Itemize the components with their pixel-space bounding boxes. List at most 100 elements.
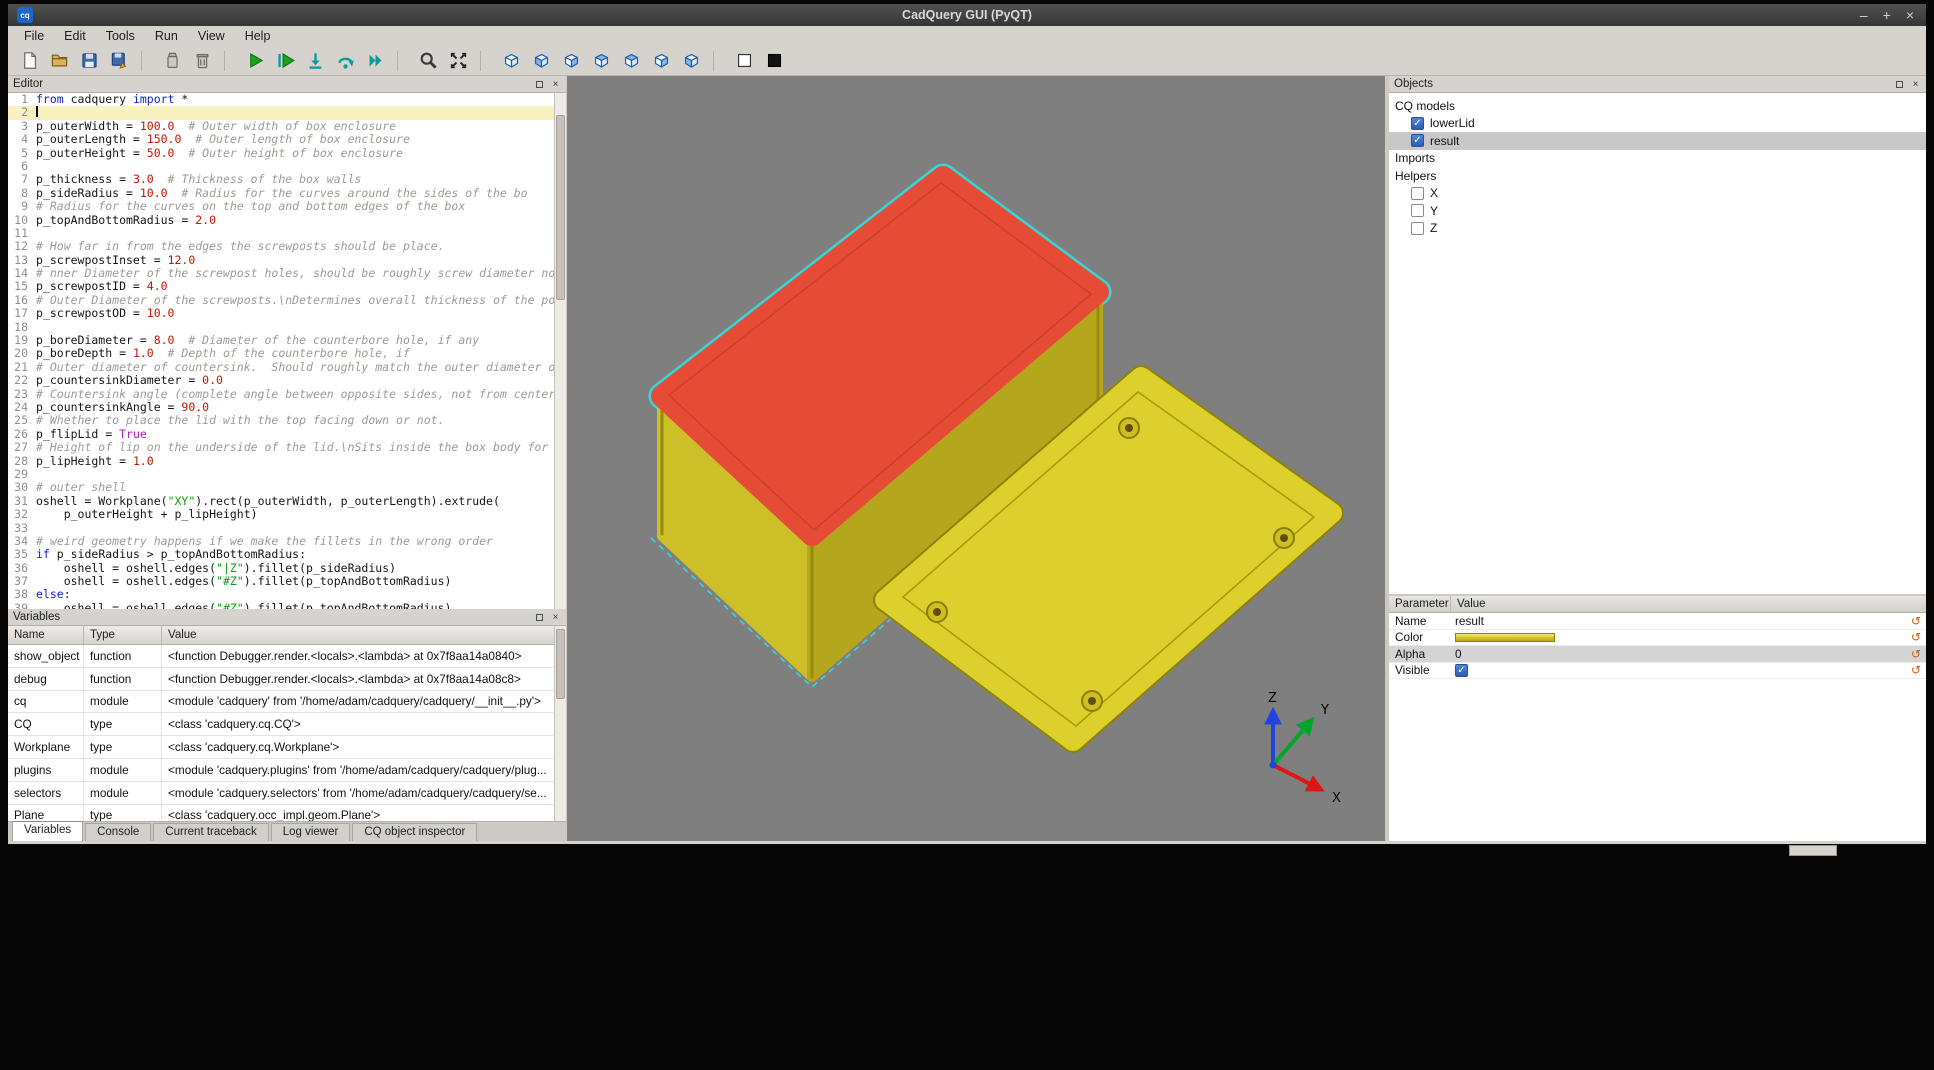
- tree-item-y[interactable]: Y: [1389, 202, 1926, 220]
- reset-visible-icon[interactable]: ↺: [1907, 663, 1925, 677]
- view-bottom-button[interactable]: [648, 48, 675, 74]
- checkbox-result[interactable]: ✓: [1411, 134, 1424, 147]
- step-continue-button[interactable]: [362, 48, 389, 74]
- objects-tree[interactable]: CQ models✓lowerLid✓resultImportsHelpersX…: [1389, 93, 1926, 594]
- code-line-28[interactable]: 28p_lipHeight = 1.0: [8, 455, 554, 468]
- table-row-Plane[interactable]: Planetype<class 'cadquery.occ_impl.geom.…: [8, 805, 554, 821]
- column-header-name[interactable]: Name: [8, 626, 84, 644]
- objects-float-button[interactable]: [1894, 79, 1905, 90]
- variables-scrollbar-thumb[interactable]: [556, 629, 565, 699]
- code-line-34[interactable]: 34# weird geometry happens if we make th…: [8, 535, 554, 548]
- save-as-button[interactable]: [106, 48, 133, 74]
- reset-name-icon[interactable]: ↺: [1907, 614, 1925, 628]
- tree-item-helpers[interactable]: Helpers: [1389, 167, 1926, 185]
- checkbox-lowerlid[interactable]: ✓: [1411, 117, 1424, 130]
- code-line-11[interactable]: 11: [8, 227, 554, 240]
- checkbox-y[interactable]: [1411, 204, 1424, 217]
- debug-button[interactable]: [272, 48, 299, 74]
- close-button[interactable]: ×: [1906, 4, 1914, 26]
- visible-checkbox[interactable]: ✓: [1455, 664, 1468, 677]
- column-header-value[interactable]: Value: [162, 626, 554, 644]
- viewport-canvas[interactable]: Z Y X: [567, 76, 1385, 841]
- zoom-button[interactable]: [415, 48, 442, 74]
- code-line-30[interactable]: 30# outer shell: [8, 481, 554, 494]
- maximize-button[interactable]: +: [1883, 4, 1891, 26]
- editor-scrollbar-thumb[interactable]: [556, 115, 565, 300]
- code-line-26[interactable]: 26p_flipLid = True: [8, 428, 554, 441]
- viewport-3d[interactable]: Z Y X: [567, 76, 1385, 841]
- code-line-24[interactable]: 24p_countersinkAngle = 90.0: [8, 401, 554, 414]
- tree-item-cq-models[interactable]: CQ models: [1389, 97, 1926, 115]
- code-line-3[interactable]: 3p_outerWidth = 100.0 # Outer width of b…: [8, 120, 554, 133]
- variables-table-body[interactable]: show_objectfunction<function Debugger.re…: [8, 645, 554, 821]
- table-row-Workplane[interactable]: Workplanetype<class 'cadquery.cq.Workpla…: [8, 736, 554, 759]
- tree-item-result[interactable]: ✓result: [1389, 132, 1926, 150]
- tab-console[interactable]: Console: [85, 823, 151, 841]
- save-button[interactable]: [76, 48, 103, 74]
- code-line-20[interactable]: 20p_boreDepth = 1.0 # Depth of the count…: [8, 347, 554, 360]
- code-line-32[interactable]: 32 p_outerHeight + p_lipHeight): [8, 508, 554, 521]
- view-front-button[interactable]: [528, 48, 555, 74]
- menu-item-tools[interactable]: Tools: [96, 29, 145, 43]
- tree-item-lowerlid[interactable]: ✓lowerLid: [1389, 115, 1926, 133]
- editor-code[interactable]: 1from cadquery import *23p_outerWidth = …: [8, 93, 554, 609]
- code-line-13[interactable]: 13p_screwpostInset = 12.0: [8, 254, 554, 267]
- checkbox-x[interactable]: [1411, 187, 1424, 200]
- color-swatch[interactable]: [1455, 633, 1555, 642]
- param-row-visible[interactable]: Visible✓↺: [1389, 663, 1926, 680]
- variables-float-button[interactable]: [534, 612, 545, 623]
- code-line-37[interactable]: 37 oshell = oshell.edges("#Z").fillet(p_…: [8, 575, 554, 588]
- code-line-8[interactable]: 8p_sideRadius = 10.0 # Radius for the cu…: [8, 187, 554, 200]
- param-row-color[interactable]: Color↺: [1389, 630, 1926, 647]
- code-line-2[interactable]: 2: [8, 106, 554, 119]
- menu-item-edit[interactable]: Edit: [54, 29, 96, 43]
- view-top-button[interactable]: [618, 48, 645, 74]
- code-line-31[interactable]: 31oshell = Workplane("XY").rect(p_outerW…: [8, 495, 554, 508]
- param-row-alpha[interactable]: Alpha0↺: [1389, 646, 1926, 663]
- code-line-6[interactable]: 6: [8, 160, 554, 173]
- step-over-button[interactable]: [332, 48, 359, 74]
- view-black-button[interactable]: [761, 48, 788, 74]
- reset-alpha-icon[interactable]: ↺: [1907, 647, 1925, 661]
- code-line-7[interactable]: 7p_thickness = 3.0 # Thickness of the bo…: [8, 173, 554, 186]
- step-into-button[interactable]: [302, 48, 329, 74]
- code-line-5[interactable]: 5p_outerHeight = 50.0 # Outer height of …: [8, 147, 554, 160]
- new-file-button[interactable]: [16, 48, 43, 74]
- code-line-9[interactable]: 9# Radius for the curves on the top and …: [8, 200, 554, 213]
- code-line-29[interactable]: 29: [8, 468, 554, 481]
- run-button[interactable]: [242, 48, 269, 74]
- code-line-16[interactable]: 16# Outer Diameter of the screwposts.\nD…: [8, 294, 554, 307]
- code-line-27[interactable]: 27# Height of lip on the underside of th…: [8, 441, 554, 454]
- code-line-22[interactable]: 22p_countersinkDiameter = 0.0: [8, 374, 554, 387]
- code-line-25[interactable]: 25# Whether to place the lid with the to…: [8, 414, 554, 427]
- view-white-button[interactable]: [731, 48, 758, 74]
- open-folder-button[interactable]: [46, 48, 73, 74]
- editor-scrollbar[interactable]: [554, 93, 566, 609]
- menu-item-help[interactable]: Help: [235, 29, 281, 43]
- bottom-scroll-fragment[interactable]: [1789, 845, 1837, 856]
- code-line-4[interactable]: 4p_outerLength = 150.0 # Outer length of…: [8, 133, 554, 146]
- table-row-debug[interactable]: debugfunction<function Debugger.render.<…: [8, 668, 554, 691]
- variables-scrollbar[interactable]: [554, 626, 566, 821]
- code-line-17[interactable]: 17p_screwpostOD = 10.0: [8, 307, 554, 320]
- menu-item-view[interactable]: View: [188, 29, 235, 43]
- code-line-14[interactable]: 14# nner Diameter of the screwpost holes…: [8, 267, 554, 280]
- code-line-18[interactable]: 18: [8, 321, 554, 334]
- tree-item-imports[interactable]: Imports: [1389, 150, 1926, 168]
- view-iso-button[interactable]: [498, 48, 525, 74]
- tree-item-x[interactable]: X: [1389, 185, 1926, 203]
- code-line-21[interactable]: 21# Outer diameter of countersink. Shoul…: [8, 361, 554, 374]
- delete-button[interactable]: [189, 48, 216, 74]
- code-line-36[interactable]: 36 oshell = oshell.edges("|Z").fillet(p_…: [8, 562, 554, 575]
- code-line-33[interactable]: 33: [8, 522, 554, 535]
- checkbox-z[interactable]: [1411, 222, 1424, 235]
- table-row-show_object[interactable]: show_objectfunction<function Debugger.re…: [8, 645, 554, 668]
- editor-float-button[interactable]: [534, 79, 545, 90]
- code-line-15[interactable]: 15p_screwpostID = 4.0: [8, 280, 554, 293]
- tree-item-z[interactable]: Z: [1389, 220, 1926, 238]
- clean-button[interactable]: [159, 48, 186, 74]
- column-header-type[interactable]: Type: [84, 626, 162, 644]
- view-right-button[interactable]: [558, 48, 585, 74]
- table-row-CQ[interactable]: CQtype<class 'cadquery.cq.CQ'>: [8, 713, 554, 736]
- code-line-10[interactable]: 10p_topAndBottomRadius = 2.0: [8, 214, 554, 227]
